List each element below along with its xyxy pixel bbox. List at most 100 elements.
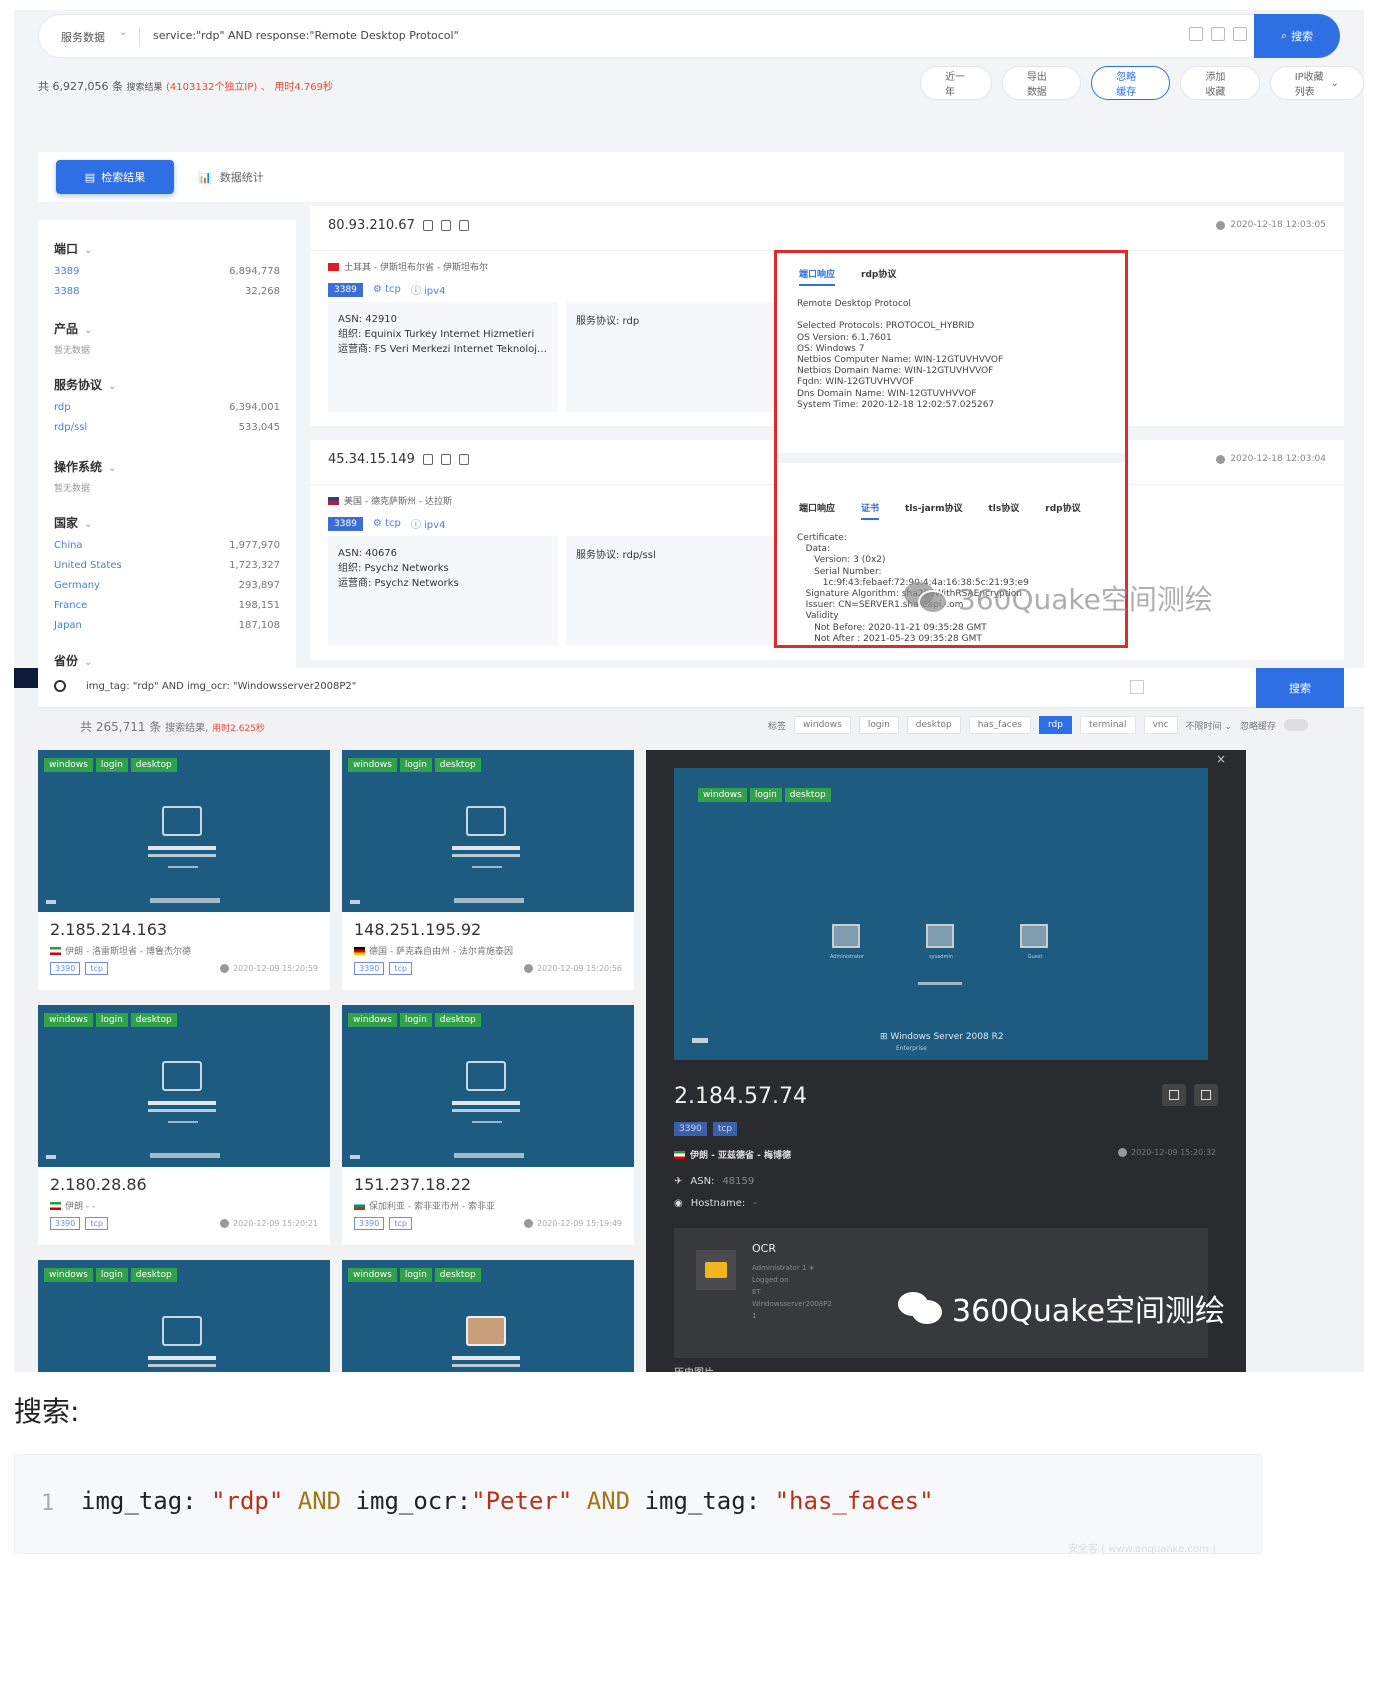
facet-item[interactable]: rdp/ssl 533,045: [54, 422, 280, 433]
tile-location: 伊朗 - -: [50, 1199, 95, 1212]
document-icon[interactable]: [440, 220, 451, 231]
search-category-select[interactable]: 服务数据: [61, 29, 105, 45]
facet-empty: 暂无数据: [54, 484, 91, 494]
facet-title[interactable]: 产品 ⌄: [54, 320, 280, 337]
copy-icon[interactable]: [422, 220, 433, 231]
facet-item[interactable]: United States 1,723,327: [54, 560, 280, 571]
expand-icon[interactable]: [1233, 27, 1247, 41]
time-range-button[interactable]: 近一年: [920, 66, 992, 100]
open-external-button[interactable]: [1194, 1084, 1218, 1106]
facet-title[interactable]: 省份 ⌄: [54, 652, 280, 669]
tab-search-results[interactable]: ▤ 检索结果: [56, 160, 174, 194]
filter-chip-has-faces[interactable]: has_faces: [968, 716, 1031, 734]
ignore-cache-button[interactable]: 忽略缓存: [1091, 66, 1171, 100]
image-result-tile[interactable]: windows login desktop: [38, 1260, 330, 1372]
facet-title[interactable]: 服务协议 ⌄: [54, 376, 280, 393]
tab-statistics[interactable]: 📊 数据统计: [198, 169, 264, 185]
rdp-screenshot-thumbnail[interactable]: windows login desktop: [342, 750, 634, 912]
facet-item[interactable]: China 1,977,970: [54, 540, 280, 551]
rdp-screenshot-thumbnail[interactable]: windows login desktop: [38, 1260, 330, 1372]
facet-item[interactable]: 3388 32,268: [54, 286, 280, 297]
port-badge[interactable]: 3390: [354, 1217, 385, 1230]
facet-item[interactable]: Germany 293,897: [54, 580, 280, 591]
filter-chip-vnc[interactable]: vnc: [1143, 716, 1178, 734]
document-button[interactable]: [1162, 1084, 1186, 1106]
port-badge[interactable]: 3390: [354, 962, 385, 975]
tab-rdp-protocol[interactable]: rdp协议: [861, 267, 896, 286]
facet-item[interactable]: Japan 187,108: [54, 620, 280, 631]
time-text: 2020-12-09 15:20:56: [537, 964, 622, 973]
port-badge[interactable]: 3389: [328, 516, 363, 531]
export-button[interactable]: 导出数据: [1001, 66, 1082, 100]
ip-text[interactable]: 80.93.210.67: [328, 218, 415, 233]
proto-badge[interactable]: tcp: [389, 962, 412, 975]
close-icon[interactable]: ×: [1216, 752, 1226, 766]
tab-port-response[interactable]: 端口响应: [799, 267, 836, 286]
login-field-graphic: [452, 1109, 520, 1112]
search-button[interactable]: 搜索: [1256, 668, 1344, 708]
image-result-tile[interactable]: windows login desktop 148.251.195.92 德国 - …: [342, 750, 634, 990]
tab-port-response[interactable]: 端口响应: [799, 501, 835, 520]
tile-ip[interactable]: 151.237.18.22: [354, 1175, 471, 1194]
tile-ip[interactable]: 2.180.28.86: [50, 1175, 147, 1194]
image-icon[interactable]: [458, 220, 469, 231]
detail-ip[interactable]: 2.184.57.74: [674, 1084, 807, 1109]
wechat-icon: [898, 1290, 944, 1326]
tile-ip[interactable]: 148.251.195.92: [354, 920, 481, 939]
port-badge[interactable]: 3390: [50, 962, 81, 975]
proto-badge[interactable]: tcp: [712, 1122, 738, 1136]
facet-item[interactable]: France 198,151: [54, 600, 280, 611]
filter-chip-login[interactable]: login: [858, 716, 899, 734]
time-filter-select[interactable]: 不限时间 ⌄: [1186, 719, 1232, 732]
search-button[interactable]: ⌕ 搜索: [1254, 14, 1340, 58]
facet-count: 6,394,001: [229, 402, 280, 413]
tile-ip[interactable]: 2.185.214.163: [50, 920, 167, 939]
grid-icon[interactable]: [1211, 27, 1225, 41]
proto-badge[interactable]: tcp: [85, 1217, 108, 1230]
image-result-tile[interactable]: windows login desktop 2.185.214.163 伊朗 - 洛…: [38, 750, 330, 990]
facet-title[interactable]: 端口 ⌄: [54, 240, 280, 257]
filter-chip-windows[interactable]: windows: [794, 716, 851, 734]
proto-badge[interactable]: tcp: [389, 1217, 412, 1230]
proto-badge[interactable]: tcp: [85, 962, 108, 975]
facet-count: 187,108: [238, 620, 280, 631]
copy-icon[interactable]: [422, 454, 433, 465]
filter-chip-rdp[interactable]: rdp: [1038, 716, 1072, 734]
rdp-screenshot-thumbnail[interactable]: windows login desktop: [38, 750, 330, 912]
image-result-tile[interactable]: windows login desktop: [342, 1260, 634, 1372]
facet-title[interactable]: 操作系统 ⌄: [54, 458, 280, 475]
ip-text[interactable]: 45.34.15.149: [328, 452, 415, 467]
rdp-screenshot-thumbnail[interactable]: windows login desktop: [342, 1260, 634, 1372]
document-icon[interactable]: [440, 454, 451, 465]
facet-item[interactable]: rdp 6,394,001: [54, 402, 280, 413]
ignore-cache-toggle[interactable]: [1283, 719, 1308, 731]
port-badge[interactable]: 3390: [674, 1122, 707, 1136]
detail-screenshot[interactable]: windows login desktop Administrator sysadm…: [674, 768, 1208, 1060]
facet-item[interactable]: 3389 6,894,778: [54, 266, 280, 277]
tab-rdp-protocol[interactable]: rdp协议: [1045, 501, 1080, 520]
filter-chip-desktop[interactable]: desktop: [906, 716, 961, 734]
port-badge[interactable]: 3390: [50, 1217, 81, 1230]
image-icon[interactable]: [458, 454, 469, 465]
image-result-tile[interactable]: windows login desktop 151.237.18.22 保加利亚 -…: [342, 1005, 634, 1245]
tile-time: 2020-12-09 15:20:21: [220, 1219, 318, 1228]
ip-favorites-button[interactable]: IP收藏列表 ⌄: [1269, 66, 1364, 100]
port-badge[interactable]: 3389: [328, 282, 363, 297]
accessibility-icon: [350, 1155, 360, 1159]
scan-icon[interactable]: [1130, 680, 1144, 694]
filter-chip-terminal[interactable]: terminal: [1079, 716, 1136, 734]
add-favorite-button[interactable]: 添加收藏: [1180, 66, 1260, 100]
search-input[interactable]: service:"rdp" AND response:"Remote Deskt…: [153, 29, 459, 42]
tab-tls-jarm[interactable]: tls-jarm协议: [905, 501, 962, 520]
facet-key: rdp: [54, 402, 71, 413]
code-token: img_tag:: [81, 1487, 212, 1515]
rdp-screenshot-thumbnail[interactable]: windows login desktop: [38, 1005, 330, 1167]
tab-tls[interactable]: tls协议: [989, 501, 1020, 520]
image-result-tile[interactable]: windows login desktop 2.180.28.86 伊朗 - - 3…: [38, 1005, 330, 1245]
scan-icon[interactable]: [1189, 27, 1203, 41]
search-input[interactable]: img_tag: "rdp" AND img_ocr: "Windowsserv…: [86, 681, 356, 692]
proto-tag: ⚙ tcp: [372, 518, 401, 529]
rdp-screenshot-thumbnail[interactable]: windows login desktop: [342, 1005, 634, 1167]
tab-certificate[interactable]: 证书: [861, 501, 880, 520]
facet-title[interactable]: 国家 ⌄: [54, 514, 280, 531]
